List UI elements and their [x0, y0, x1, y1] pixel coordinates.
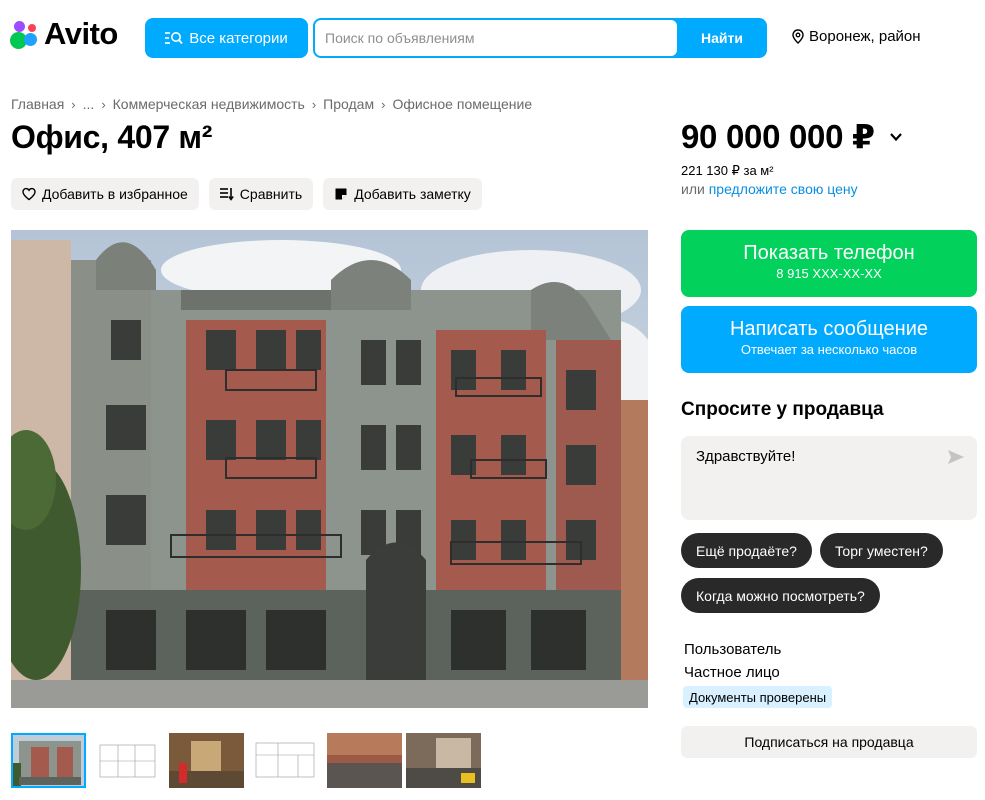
write-message-label: Написать сообщение [729, 318, 928, 340]
add-to-favorites-button[interactable]: Добавить в избранное [11, 178, 199, 210]
seller-type: Частное лицо [684, 664, 780, 681]
offer-prefix: или [681, 181, 705, 197]
send-icon[interactable] [947, 449, 965, 465]
logo-dots-icon [10, 18, 42, 50]
seller-name[interactable]: Пользователь [684, 638, 781, 661]
breadcrumb-separator-icon: › [311, 96, 317, 112]
thumbnail-floor-plan-2[interactable] [248, 733, 323, 788]
price-per-meter: 221 130 ₽ за м² [681, 163, 774, 178]
listing-actions: Добавить в избранное Сравнить Добавить з… [11, 178, 482, 210]
quick-question-chip[interactable]: Когда можно посмотреть? [681, 578, 880, 613]
compare-icon [219, 188, 234, 201]
compare-button[interactable]: Сравнить [208, 178, 314, 210]
photo-thumbnails [11, 733, 481, 788]
compare-label: Сравнить [239, 186, 303, 202]
main-photo[interactable] [11, 230, 648, 708]
thumbnail-interior-hall[interactable] [327, 733, 402, 788]
location-label: Воронеж, район [809, 28, 921, 45]
search-input[interactable] [315, 20, 677, 56]
show-phone-label: Показать телефон [743, 242, 915, 264]
location-pin-icon [792, 29, 804, 44]
note-icon [335, 188, 347, 200]
quick-question-chip[interactable]: Торг уместен? [819, 533, 943, 568]
price-value: 90 000 000 ₽ [681, 118, 875, 155]
search-button[interactable]: Найти [677, 18, 767, 58]
search-bar: Найти [313, 18, 767, 58]
price[interactable]: 90 000 000 ₽ [681, 117, 903, 156]
documents-verified-badge: Документы проверены [683, 686, 833, 708]
breadcrumb-home[interactable]: Главная [11, 96, 64, 112]
breadcrumb-separator-icon: › [71, 96, 76, 112]
show-phone-button[interactable]: Показать телефон 8 915 XXX-XX-XX [681, 230, 977, 297]
add-to-favorites-label: Добавить в избранное [42, 186, 188, 202]
chevron-down-icon [889, 132, 902, 141]
breadcrumb-commercial[interactable]: Коммерческая недвижимость [113, 96, 305, 112]
write-message-button[interactable]: Написать сообщение Отвечает за несколько… [681, 306, 977, 373]
breadcrumb-ellipsis[interactable]: ... [83, 96, 95, 112]
heart-icon [22, 187, 36, 201]
seller-info: Пользователь Частное лицо [684, 638, 781, 684]
location-selector[interactable]: Воронеж, район [792, 28, 921, 45]
add-note-label: Добавить заметку [354, 186, 471, 202]
thumbnail-interior-room[interactable] [406, 733, 481, 788]
quick-question-chip[interactable]: Ещё продаёте? [681, 533, 812, 568]
thumbnail-interior-corridor[interactable] [169, 733, 244, 788]
quick-questions: Ещё продаёте? Торг уместен? Когда можно … [681, 533, 981, 613]
phone-masked: 8 915 XXX-XX-XX [776, 266, 882, 281]
all-categories-button[interactable]: Все категории [145, 18, 308, 58]
breadcrumb-separator-icon: › [101, 96, 106, 112]
breadcrumb: Главная › ... › Коммерческая недвижимост… [11, 96, 532, 112]
thumbnail-floor-plan-1[interactable] [90, 733, 165, 788]
ask-seller-title: Спросите у продавца [681, 399, 884, 420]
offer-price-line: или предложите свою цену [681, 181, 858, 197]
breadcrumb-sell[interactable]: Продам [323, 96, 374, 112]
thumbnail-facade[interactable] [11, 733, 86, 788]
search-categories-icon [165, 32, 183, 45]
all-categories-label: Все категории [189, 29, 288, 47]
listing-title: Офис, 407 м² [11, 119, 213, 155]
subscribe-seller-button[interactable]: Подписаться на продавца [681, 726, 977, 758]
logo-text: Avito [44, 16, 118, 51]
ask-seller-message-field[interactable]: Здравствуйте! [681, 436, 977, 520]
avito-logo[interactable]: Avito [10, 18, 118, 50]
response-time: Отвечает за несколько часов [740, 342, 918, 357]
offer-price-link[interactable]: предложите свою цену [709, 181, 858, 197]
add-note-button[interactable]: Добавить заметку [323, 178, 482, 210]
ask-seller-message-text: Здравствуйте! [696, 448, 796, 465]
breadcrumb-separator-icon: › [381, 96, 386, 112]
breadcrumb-office[interactable]: Офисное помещение [392, 96, 532, 112]
